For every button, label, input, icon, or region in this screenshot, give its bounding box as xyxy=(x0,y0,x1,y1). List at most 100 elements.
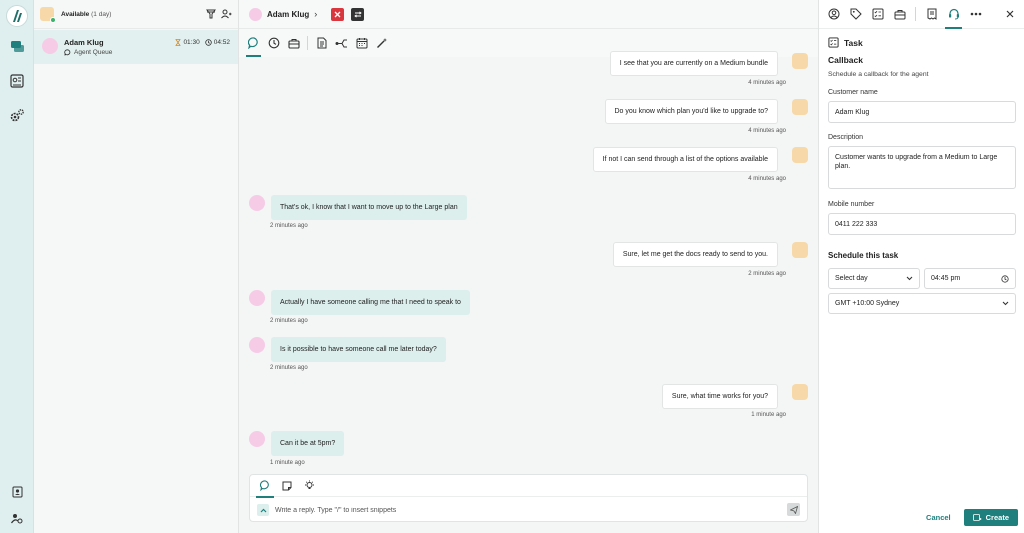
message-bubble-incoming: Actually I have someone calling me that … xyxy=(271,290,470,315)
message-bubble-outgoing: Sure, let me get the docs ready to send … xyxy=(612,242,778,267)
schedule-section-title: Schedule this task xyxy=(828,251,899,260)
chevron-down-icon xyxy=(1002,301,1009,306)
reply-input[interactable] xyxy=(275,503,775,517)
note-mode-icon[interactable] xyxy=(280,479,294,493)
customer-avatar xyxy=(249,290,265,306)
hourglass-icon xyxy=(175,39,182,46)
tabs-divider xyxy=(915,7,916,21)
message-timestamp: 4 minutes ago xyxy=(748,128,786,134)
agent-avatar xyxy=(792,99,808,115)
conversation-list-panel: Available (1 day) Adam Klug Agent Queue … xyxy=(34,0,239,533)
headset-icon[interactable] xyxy=(945,8,962,29)
time-picker-value: 04:45 pm xyxy=(931,275,961,282)
conversation-item-adam-klug[interactable]: Adam Klug Agent Queue 01:30 04:52 xyxy=(34,30,238,64)
conversation-contact-name: Adam Klug xyxy=(64,38,104,47)
send-icon xyxy=(789,505,798,514)
wait-time-value: 01:30 xyxy=(183,39,200,46)
day-select-value: Select day xyxy=(835,275,868,282)
callback-section-description: Schedule a callback for the agent xyxy=(828,71,929,78)
message-thread: I see that you are currently on a Medium… xyxy=(239,0,818,470)
agent-status-label: Available xyxy=(61,10,90,18)
chevron-up-icon xyxy=(260,508,266,512)
send-button[interactable] xyxy=(787,503,800,516)
settings-gear-icon[interactable] xyxy=(8,106,26,124)
timezone-select-value: GMT +10:00 Sydney xyxy=(835,300,900,307)
message-timestamp: 2 minutes ago xyxy=(270,318,308,324)
message-timestamp: 1 minute ago xyxy=(270,460,305,466)
customer-name-field[interactable]: Adam Klug xyxy=(828,101,1016,123)
create-button-label: Create xyxy=(985,513,1009,522)
message-timestamp: 4 minutes ago xyxy=(748,176,786,182)
chevron-down-icon xyxy=(906,276,913,281)
contact-card-icon[interactable] xyxy=(8,483,26,501)
contact-profile-icon[interactable] xyxy=(827,8,840,21)
agent-avatar xyxy=(792,242,808,258)
cancel-button[interactable]: Cancel xyxy=(926,513,951,522)
message-bubble-outgoing: Sure, what time works for you? xyxy=(661,384,778,409)
briefcase-icon[interactable] xyxy=(893,8,906,21)
description-field[interactable]: Customer wants to upgrade from a Medium … xyxy=(828,146,1016,189)
task-checklist-icon xyxy=(828,37,839,48)
filter-icon[interactable] xyxy=(206,9,216,19)
message-bubble-outgoing: I see that you are currently on a Medium… xyxy=(609,51,778,76)
message-bubble-outgoing: If not I can send through a list of the … xyxy=(592,147,778,172)
queue-label: Agent Queue xyxy=(74,49,113,56)
message-bubble-incoming: Can it be at 5pm? xyxy=(271,431,345,456)
agent-status-detail: (1 day) xyxy=(91,10,112,18)
left-rail xyxy=(0,0,34,533)
task-form-actions: Cancel Create xyxy=(926,509,1018,526)
callback-section-title: Callback xyxy=(828,55,863,65)
description-label: Description xyxy=(828,134,864,141)
assign-user-icon[interactable] xyxy=(221,9,232,19)
app-logo-icon[interactable] xyxy=(6,5,28,27)
message-bubble-outgoing: Do you know which plan you'd like to upg… xyxy=(604,99,778,124)
expand-composer-button[interactable] xyxy=(257,504,269,516)
side-panel-tabs xyxy=(819,0,1024,29)
reply-composer xyxy=(249,474,808,522)
composer-tabs xyxy=(250,475,807,498)
message-timestamp: 2 minutes ago xyxy=(270,365,308,371)
task-checklist-icon[interactable] xyxy=(871,8,884,21)
message-timestamp: 2 minutes ago xyxy=(748,271,786,277)
task-title-text: Task xyxy=(844,37,863,48)
conversations-icon[interactable] xyxy=(8,38,26,56)
customer-avatar xyxy=(249,337,265,353)
tag-icon[interactable] xyxy=(849,8,862,21)
agent-avatar xyxy=(792,384,808,400)
mobile-number-field[interactable]: 0411 222 333 xyxy=(828,213,1016,235)
close-panel-icon[interactable] xyxy=(1003,8,1016,21)
create-task-icon xyxy=(972,513,982,522)
reports-icon[interactable] xyxy=(8,72,26,90)
online-status-dot xyxy=(50,17,56,23)
chat-main-panel: Adam Klug › I see that you are currently… xyxy=(239,0,818,533)
task-side-panel: Task Callback Schedule a callback for th… xyxy=(818,0,1024,533)
clock-icon xyxy=(1001,274,1009,283)
receipt-icon[interactable] xyxy=(925,8,938,21)
clock-icon xyxy=(205,39,212,46)
agent-status[interactable]: Available (1 day) xyxy=(61,11,111,18)
message-bubble-incoming: Is it possible to have someone call me l… xyxy=(271,337,446,362)
day-select[interactable]: Select day xyxy=(828,268,920,289)
handle-time-value: 04:52 xyxy=(213,39,230,46)
task-panel-title: Task xyxy=(828,37,1016,48)
task-form: Task Callback Schedule a callback for th… xyxy=(828,37,1016,314)
agent-avatar xyxy=(792,53,808,69)
customer-name-label: Customer name xyxy=(828,89,878,96)
timezone-select[interactable]: GMT +10:00 Sydney xyxy=(828,293,1016,314)
more-options-icon[interactable] xyxy=(969,8,982,21)
customer-avatar xyxy=(249,431,265,447)
lightbulb-icon[interactable] xyxy=(302,479,316,493)
agent-avatar xyxy=(792,147,808,163)
user-settings-icon[interactable] xyxy=(8,509,26,527)
conversation-queue: Agent Queue xyxy=(64,49,112,56)
reply-mode-chat-icon[interactable] xyxy=(256,479,274,498)
message-timestamp: 4 minutes ago xyxy=(748,80,786,86)
message-timestamp: 1 minute ago xyxy=(751,412,786,418)
chat-bubble-icon xyxy=(64,49,71,56)
customer-avatar xyxy=(249,195,265,211)
agent-avatar[interactable] xyxy=(40,7,56,23)
agent-status-bar: Available (1 day) xyxy=(34,0,238,29)
create-button[interactable]: Create xyxy=(963,509,1018,526)
time-picker[interactable]: 04:45 pm xyxy=(924,268,1016,289)
wait-timer: 01:30 xyxy=(175,39,200,46)
